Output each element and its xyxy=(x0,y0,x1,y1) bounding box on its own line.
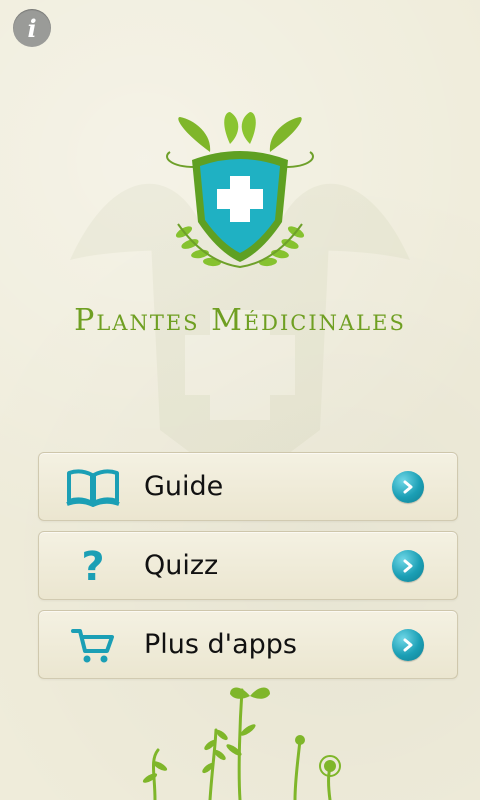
cart-icon xyxy=(64,624,122,666)
info-icon: i xyxy=(27,13,37,43)
app-logo xyxy=(166,112,314,269)
question-icon: ? xyxy=(64,544,122,588)
app-title: Plantes Médicinales xyxy=(74,303,406,338)
svg-text:?: ? xyxy=(81,544,104,588)
plants-illustration xyxy=(142,687,341,800)
chevron-right-icon xyxy=(392,470,424,503)
chevron-right-icon xyxy=(392,549,424,582)
guide-label: Guide xyxy=(144,471,224,502)
info-button[interactable]: i xyxy=(13,9,51,47)
guide-button[interactable]: Guide xyxy=(38,452,458,521)
chevron-right-icon xyxy=(392,628,424,661)
plus-dapps-label: Plus d'apps xyxy=(144,629,297,660)
quizz-label: Quizz xyxy=(144,550,219,581)
quizz-button[interactable]: ? Quizz xyxy=(38,531,458,600)
book-icon xyxy=(64,466,122,508)
main-menu: Guide ? Quizz Plus d'apps xyxy=(38,452,458,689)
plus-dapps-button[interactable]: Plus d'apps xyxy=(38,610,458,679)
